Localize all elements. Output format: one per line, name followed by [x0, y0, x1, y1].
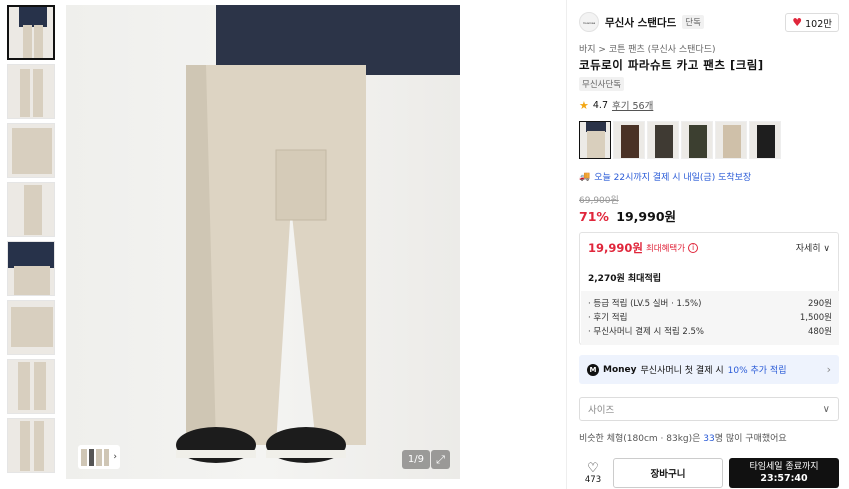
- thumbnail-6[interactable]: [7, 300, 55, 355]
- delivery-text: 오늘 22시까지 결제 시 내일(금) 도착보장: [594, 173, 752, 183]
- discount-rate: 71%: [579, 209, 609, 224]
- max-benefit-price: 19,990원: [588, 241, 643, 255]
- thumbnail-5[interactable]: [7, 241, 55, 296]
- thumbnail-3[interactable]: [7, 123, 55, 178]
- similar-count: 33: [703, 434, 715, 444]
- price-row: 71% 19,990원: [579, 206, 676, 225]
- rating-value: 4.7: [592, 99, 608, 111]
- money-percent: 10% 추가 적립: [727, 366, 787, 376]
- main-product-image[interactable]: › 1/9 ⤢: [66, 5, 460, 479]
- size-select[interactable]: 사이즈 ∨: [579, 397, 839, 421]
- breadcrumb[interactable]: 바지 > 코튼 팬츠 (무신사 스탠다드): [579, 42, 716, 55]
- benefit-box: 19,990원 최대혜택가 i 자세히 ∨ 2,270원 최대적립 · 등급 적…: [579, 232, 839, 345]
- rating-row: ★ 4.7 후기 56개: [579, 98, 653, 113]
- swatch-black[interactable]: [749, 121, 781, 159]
- mini-thumb: [81, 448, 87, 466]
- product-title: 코듀로이 파라슈트 카고 팬츠 [크림]: [579, 58, 764, 72]
- money-label: Money: [603, 364, 637, 375]
- similar-prefix: 비슷한 체형(180cm · 83kg)은: [579, 434, 701, 444]
- brand-name[interactable]: 무신사 스탠다드: [605, 15, 676, 30]
- buy-now-button[interactable]: 타임세일 종료까지 23:57:40: [729, 458, 839, 488]
- brand-row[interactable]: musinsa standard 무신사 스탠다드 단독: [579, 12, 704, 32]
- delivery-info: 🚚 오늘 22시까지 결제 시 내일(금) 도착보장: [579, 170, 752, 184]
- points-line: · 후기 적립 1,500원: [588, 311, 832, 325]
- view-all-images-button[interactable]: ›: [78, 445, 120, 469]
- points-breakdown: · 등급 적립 (LV.5 실버 · 1.5%) 290원 · 후기 적립 1,…: [581, 291, 839, 345]
- mini-thumb: [88, 448, 95, 466]
- max-benefit-label: 최대혜택가: [645, 244, 686, 254]
- wishlist-button[interactable]: ♡ 473: [579, 458, 607, 488]
- swatch-beige[interactable]: [715, 121, 747, 159]
- thumbnail-8[interactable]: [7, 418, 55, 473]
- time-sale-label: 타임세일 종료까지: [749, 462, 819, 472]
- thumbnail-2[interactable]: [7, 64, 55, 119]
- add-to-cart-button[interactable]: 장바구니: [613, 458, 723, 488]
- info-icon[interactable]: i: [688, 243, 699, 253]
- points-value: 1,500원: [799, 313, 832, 323]
- exclusive-tag: 단독: [682, 15, 704, 29]
- original-price: 69,900원: [579, 196, 619, 206]
- expand-icon[interactable]: ⤢: [431, 450, 450, 469]
- review-link[interactable]: 후기 56개: [612, 98, 653, 112]
- thumbnail-7[interactable]: [7, 359, 55, 414]
- product-info-panel: musinsa standard 무신사 스탠다드 단독 ♥ 102만 바지 >…: [566, 0, 849, 489]
- points-label: · 후기 적립: [588, 313, 628, 323]
- mini-thumb: [96, 448, 102, 466]
- image-counter: 1/9: [401, 450, 430, 469]
- benefit-detail-toggle[interactable]: 자세히 ∨: [796, 241, 830, 254]
- sale-price: 19,990원: [616, 209, 677, 224]
- color-swatches: [579, 121, 781, 159]
- points-label: · 등급 적립 (LV.5 실버 · 1.5%): [588, 299, 702, 309]
- swatch-dark-brown[interactable]: [647, 121, 679, 159]
- points-value: 290원: [807, 299, 832, 309]
- exclusive-badge: 무신사단독: [579, 77, 625, 91]
- points-line: · 무신사머니 결제 시 적립 2.5% 480원: [588, 325, 832, 339]
- chevron-down-icon: ∨: [822, 403, 830, 415]
- musinsa-money-banner[interactable]: M Money 무신사머니 첫 결제 시 10% 추가 적립 ›: [579, 355, 839, 384]
- brand-logo: musinsa standard: [579, 12, 599, 32]
- thumbnail-4[interactable]: [7, 182, 55, 237]
- points-label: · 무신사머니 결제 시 적립 2.5%: [588, 327, 705, 337]
- wishlist-count: 473: [584, 474, 602, 485]
- time-sale-timer: 23:57:40: [760, 473, 808, 484]
- like-count: 102만: [805, 18, 832, 30]
- similar-body-info: 비슷한 체형(180cm · 83kg)은 33명 많이 구매했어요: [579, 431, 787, 444]
- max-benefit-header: 19,990원 최대혜택가 i: [588, 240, 699, 256]
- swatch-olive[interactable]: [681, 121, 713, 159]
- purchase-actions: ♡ 473 장바구니 타임세일 종료까지 23:57:40: [579, 458, 841, 488]
- money-text: 무신사머니 첫 결제 시: [640, 366, 724, 376]
- chevron-right-icon: ›: [113, 452, 117, 462]
- max-points: 2,270원 최대적립: [588, 274, 662, 284]
- heart-icon: ♥: [792, 16, 803, 29]
- brand-like-button[interactable]: ♥ 102만: [785, 13, 839, 32]
- points-line: · 등급 적립 (LV.5 실버 · 1.5%) 290원: [588, 297, 832, 311]
- star-icon: ★: [579, 98, 589, 112]
- heart-outline-icon: ♡: [587, 460, 599, 476]
- size-select-placeholder: 사이즈: [588, 405, 615, 416]
- points-value: 480원: [807, 327, 832, 337]
- mini-thumb: [103, 448, 110, 466]
- product-photo: [176, 5, 460, 463]
- thumbnail-list: [7, 5, 55, 477]
- thumbnail-1[interactable]: [7, 5, 55, 60]
- swatch-brown[interactable]: [613, 121, 645, 159]
- swatch-cream[interactable]: [579, 121, 611, 159]
- money-badge: M: [587, 363, 599, 376]
- chevron-right-icon: ›: [826, 363, 831, 376]
- truck-icon: 🚚: [579, 171, 591, 182]
- similar-suffix: 명 많이 구매했어요: [714, 434, 787, 444]
